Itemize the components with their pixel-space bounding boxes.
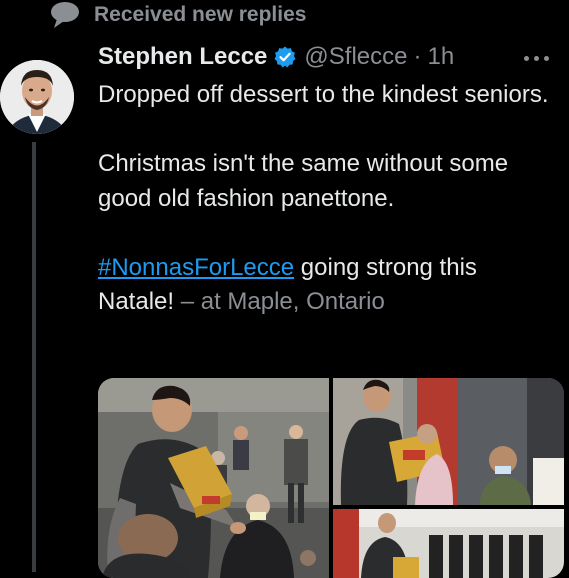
body-line-3: #NonnasForLecce going strong this Natale… bbox=[98, 251, 558, 320]
speech-bubble-icon bbox=[50, 1, 80, 29]
context-text: Received new replies bbox=[94, 3, 307, 26]
hashtag-link[interactable]: #NonnasForLecce bbox=[98, 254, 294, 281]
timestamp[interactable]: 1h bbox=[427, 43, 454, 71]
tweet-photo-2[interactable] bbox=[333, 378, 564, 505]
location-link[interactable]: – at Maple, Ontario bbox=[174, 288, 385, 315]
verified-badge-icon bbox=[274, 46, 296, 68]
thread-line bbox=[32, 142, 36, 572]
tweet-header: Stephen Lecce @Sflecce · 1h bbox=[98, 40, 454, 74]
tweet-photo-3[interactable] bbox=[333, 509, 564, 578]
tweet-photo-1[interactable] bbox=[98, 378, 329, 578]
body-line-2: Christmas isn't the same without some go… bbox=[98, 150, 509, 212]
header-separator: · bbox=[413, 43, 422, 70]
body-line-1: Dropped off dessert to the kindest senio… bbox=[98, 81, 549, 108]
more-options-icon[interactable] bbox=[524, 44, 549, 72]
tweet-body: Dropped off dessert to the kindest senio… bbox=[98, 78, 558, 320]
user-handle[interactable]: @Sflecce bbox=[304, 43, 407, 71]
avatar[interactable] bbox=[0, 42, 82, 140]
display-name[interactable]: Stephen Lecce bbox=[98, 43, 267, 71]
context-header: Received new replies bbox=[50, 0, 306, 30]
media-grid bbox=[98, 378, 564, 578]
